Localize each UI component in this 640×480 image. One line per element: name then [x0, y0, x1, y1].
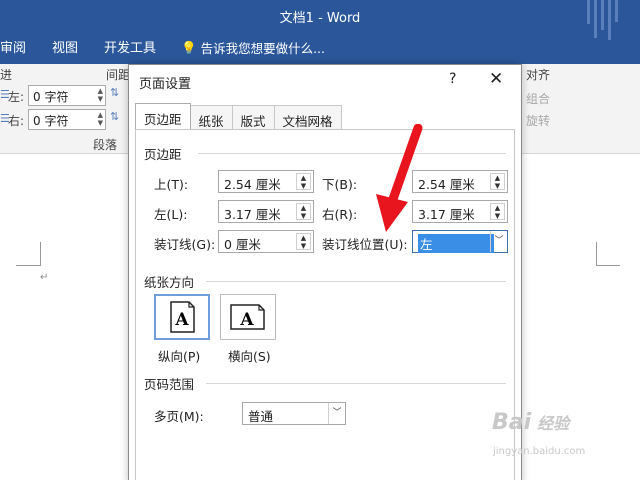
- bottom-margin-label: 下(B):: [322, 177, 358, 192]
- divider: [206, 383, 506, 384]
- spinner-icon[interactable]: ▲ ▼: [296, 203, 311, 220]
- align-button[interactable]: 对齐: [526, 66, 550, 83]
- margins-panel: 页边距 上(T): 2.54 厘米 ▲ ▼ 下(B): 2.54 厘米 ▲ ▼ 左(…: [135, 129, 515, 480]
- close-icon[interactable]: ✕: [489, 69, 503, 89]
- spinner-icon[interactable]: ▲ ▼: [490, 173, 505, 190]
- indent-left-value: 0 字符: [33, 90, 69, 104]
- tab-margins[interactable]: 页边距: [135, 103, 191, 130]
- watermark-logo: Bai 经验: [492, 410, 570, 435]
- watermark-url: jingyan.baidu.com: [493, 446, 586, 457]
- divider: [206, 281, 506, 282]
- title-bar: 文档1 - Word 审阅 视图 开发工具 💡 告诉我您想要做什么...: [0, 0, 640, 64]
- svg-text:A: A: [239, 310, 254, 330]
- divider: [198, 153, 506, 154]
- paragraph-group-label: 段落: [93, 138, 118, 152]
- dialog-tabs: 页边距 纸张 版式 文档网格: [135, 103, 342, 130]
- indent-right-label: 右:: [8, 114, 25, 128]
- gutter-label: 装订线(G):: [154, 237, 216, 252]
- top-margin-value: 2.54 厘米: [224, 177, 281, 192]
- tab-developer[interactable]: 开发工具: [104, 37, 166, 56]
- indent-left-input[interactable]: 0 字符 ▲ ▼: [28, 85, 106, 106]
- chevron-down-icon[interactable]: ﹀: [490, 231, 507, 252]
- red-arrow-icon: [376, 124, 423, 232]
- ribbon-tabs: 审阅 视图 开发工具: [0, 34, 166, 58]
- spinner-icon[interactable]: ▲ ▼: [98, 87, 103, 103]
- tab-layout[interactable]: 版式: [231, 105, 275, 130]
- gutter-value: 0 厘米: [224, 237, 261, 252]
- spacing-after-icon[interactable]: ⇅: [110, 110, 124, 124]
- multiple-pages-label: 多页(M):: [154, 409, 204, 424]
- landscape-label: 横向(S): [228, 349, 271, 364]
- svg-text:A: A: [174, 310, 189, 330]
- margin-mark: [40, 242, 41, 266]
- left-margin-label: 左(L):: [154, 207, 188, 222]
- spinner-icon[interactable]: ▲ ▼: [296, 233, 311, 250]
- orientation-section-title: 纸张方向: [144, 275, 195, 290]
- page-setup-dialog: 页面设置 ? ✕ 页边距 纸张 版式 文档网格 页边距 上(T): 2.54 厘…: [128, 64, 522, 480]
- window-title: 文档1 - Word: [279, 11, 361, 26]
- spacing-before-icon[interactable]: ⇅: [110, 86, 124, 100]
- tell-me-text: 告诉我您想要做什么...: [200, 41, 325, 56]
- chevron-down-icon[interactable]: ﹀: [328, 403, 345, 424]
- dialog-title: 页面设置: [139, 77, 192, 92]
- left-margin-input[interactable]: 3.17 厘米 ▲ ▼: [218, 200, 314, 223]
- right-margin-label: 右(R):: [322, 207, 358, 222]
- margin-mark: [596, 265, 620, 266]
- portrait-page-icon: A: [170, 301, 195, 333]
- lightbulb-icon: 💡: [181, 39, 197, 55]
- help-button[interactable]: ?: [449, 71, 456, 87]
- indent-left-label: 左:: [8, 90, 25, 104]
- spinner-icon[interactable]: ▲ ▼: [296, 173, 311, 190]
- top-margin-input[interactable]: 2.54 厘米 ▲ ▼: [218, 170, 314, 193]
- group-button[interactable]: 组合: [526, 90, 550, 107]
- tab-view[interactable]: 视图: [52, 37, 92, 56]
- portrait-button[interactable]: A: [154, 294, 210, 340]
- margin-mark: [596, 242, 597, 266]
- gutter-input[interactable]: 0 厘米 ▲ ▼: [218, 230, 314, 253]
- margin-mark: [16, 265, 40, 266]
- tab-doc-grid[interactable]: 文档网格: [273, 105, 342, 130]
- multiple-pages-value: 普通: [248, 409, 274, 424]
- landscape-page-icon: A: [230, 304, 265, 330]
- gutter-position-label: 装订线位置(U):: [322, 237, 408, 252]
- tab-paper[interactable]: 纸张: [189, 105, 233, 130]
- tell-me-box[interactable]: 💡 告诉我您想要做什么...: [181, 38, 325, 57]
- margins-section-title: 页边距: [144, 147, 182, 162]
- spacing-label: 间距: [106, 68, 131, 82]
- pages-section-title: 页码范围: [144, 377, 195, 392]
- top-margin-label: 上(T):: [154, 177, 189, 192]
- indent-label: 进: [0, 68, 13, 82]
- left-margin-value: 3.17 厘米: [224, 207, 281, 222]
- portrait-label: 纵向(P): [158, 349, 201, 364]
- rotate-button[interactable]: 旋转: [526, 112, 550, 129]
- landscape-button[interactable]: A: [220, 294, 276, 340]
- paragraph-mark-icon: ↵: [40, 272, 49, 283]
- title-decoration: [587, 0, 618, 40]
- indent-right-value: 0 字符: [33, 114, 69, 128]
- gutter-position-value: 左: [418, 234, 494, 253]
- tab-review[interactable]: 审阅: [0, 37, 40, 56]
- spinner-icon[interactable]: ▲ ▼: [98, 111, 103, 127]
- spinner-icon[interactable]: ▲ ▼: [490, 203, 505, 220]
- multiple-pages-select[interactable]: 普通 ﹀: [242, 402, 346, 425]
- indent-right-input[interactable]: 0 字符 ▲ ▼: [28, 109, 106, 130]
